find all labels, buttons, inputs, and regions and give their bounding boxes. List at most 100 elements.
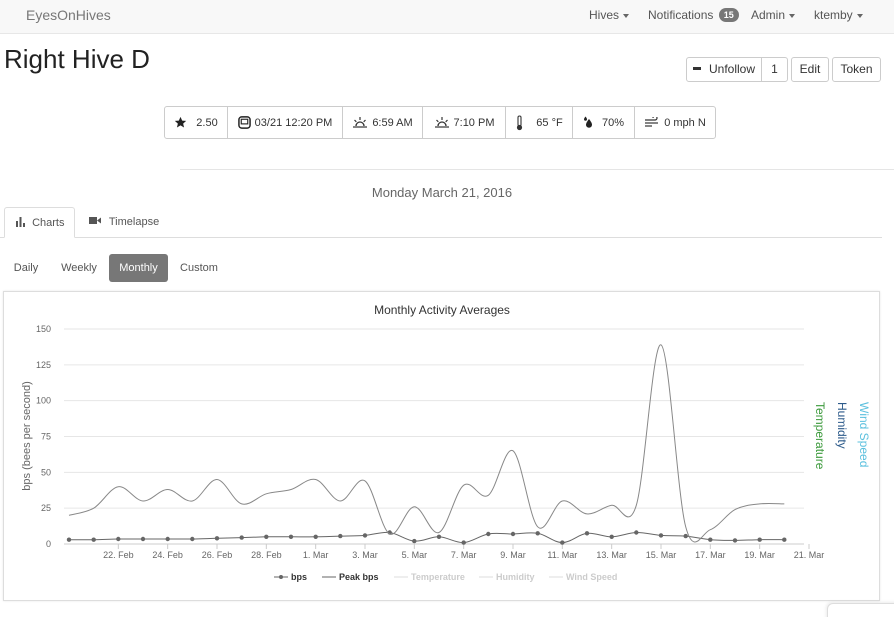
series-line-bps [68,531,785,544]
data-point[interactable] [510,531,516,537]
y-tick-label: 0 [46,539,51,549]
brand-link[interactable]: EyesOnHives [26,7,111,23]
data-point[interactable] [214,536,220,541]
data-point[interactable] [757,537,762,542]
notification-count-badge: 15 [718,8,739,22]
hive-box-icon [237,116,251,129]
x-tick-label: 3. Mar [352,550,378,560]
data-point[interactable] [461,540,466,545]
data-point[interactable] [658,533,664,538]
data-point[interactable] [313,534,318,539]
user-menu[interactable]: ktemby [814,8,863,22]
data-point[interactable] [634,530,639,535]
data-point[interactable] [338,533,343,539]
x-tick-label: 19. Mar [744,550,775,560]
thermometer-icon [517,114,523,130]
x-tick-label: 9. Mar [500,550,526,560]
notifications-link[interactable]: Notifications 15 [648,8,739,22]
x-tick-label: 11. Mar [547,550,577,560]
legend-item[interactable]: Wind Speed [549,572,617,582]
data-point[interactable] [412,538,417,544]
hives-menu[interactable]: Hives [589,8,630,22]
y-tick-label: 125 [36,360,51,370]
legend-item[interactable]: bps [274,572,307,582]
chevron-down-icon [789,13,796,18]
data-point[interactable] [560,540,565,545]
x-tick-label: 22. Feb [103,550,134,560]
follow-count: 1 [761,57,788,82]
notifications-label: Notifications [648,8,714,22]
period-custom[interactable]: Custom [172,254,226,282]
right-axis-label: Humidity [835,402,849,449]
x-tick-label: 1. Mar [303,550,329,560]
edit-button[interactable]: Edit [791,57,829,82]
droplets-icon [583,116,592,128]
x-tick-label: 17. Mar [695,550,726,560]
sunset-stat: 7:10 PM [423,107,506,138]
unfollow-button[interactable]: Unfollow [686,57,762,82]
chat-widget-tab[interactable] [827,603,894,617]
x-tick-label: 5. Mar [402,550,428,560]
data-point[interactable] [436,534,442,539]
legend-marker [279,575,283,579]
temperature-stat: 65 °F [506,107,573,138]
legend-item[interactable]: Peak bps [322,572,379,582]
data-point[interactable] [362,533,368,538]
period-monthly[interactable]: Monthly [109,254,168,282]
legend-label: Humidity [496,572,535,582]
hives-menu-label: Hives [589,8,620,22]
y-axis-label: bps (bees per second) [21,381,33,490]
data-point[interactable] [732,538,738,543]
data-point[interactable] [140,536,146,542]
sunrise-icon [353,117,368,128]
humidity-value: 70% [601,116,625,129]
tab-charts[interactable]: Charts [4,207,75,238]
sunset-icon [434,117,449,128]
tab-timelapse[interactable]: Timelapse [78,207,170,238]
y-tick-label: 100 [36,396,51,406]
data-point[interactable] [190,536,195,542]
x-tick-label: 21. Mar [794,550,825,560]
data-point[interactable] [165,536,170,542]
minus-icon [692,67,701,71]
y-tick-label: 25 [41,503,51,513]
legend-label: Temperature [411,572,465,582]
data-point[interactable] [66,537,72,542]
data-point[interactable] [486,531,491,537]
wind-stat: 0 mph N [635,107,715,138]
y-tick-label: 75 [41,432,51,442]
data-point[interactable] [116,536,121,542]
chart-container: Monthly Activity Averages bps (bees per … [3,291,880,601]
data-point[interactable] [584,531,590,536]
data-point[interactable] [288,534,294,539]
data-point[interactable] [782,537,787,542]
data-point[interactable] [91,537,96,542]
sunset-value: 7:10 PM [453,116,495,129]
tab-charts-label: Charts [32,217,65,229]
period-weekly[interactable]: Weekly [52,254,106,282]
admin-menu[interactable]: Admin [751,8,796,22]
x-tick-label: 15. Mar [646,550,677,560]
date-heading: Monday March 21, 2016 [371,185,513,200]
video-camera-icon [89,217,101,224]
data-point[interactable] [609,534,614,539]
y-tick-label: 50 [41,467,51,477]
sunrise-stat: 6:59 AM [343,107,423,138]
x-tick-label: 24. Feb [152,550,183,560]
data-point[interactable] [239,535,244,540]
tab-timelapse-label: Timelapse [108,216,160,228]
data-point[interactable] [535,531,540,536]
divider [180,169,894,170]
x-tick-label: 7. Mar [451,550,477,560]
activity-chart: Monthly Activity Averages bps (bees per … [21,303,871,582]
legend-item[interactable]: Humidity [479,572,535,582]
chart-title: Monthly Activity Averages [374,303,510,317]
token-button[interactable]: Token [832,57,881,82]
data-point[interactable] [708,537,713,542]
star-icon [175,116,187,128]
data-point[interactable] [683,533,688,539]
legend-item[interactable]: Temperature [394,572,465,582]
legend-label: Peak bps [339,572,379,582]
period-daily[interactable]: Daily [4,254,48,282]
data-point[interactable] [264,534,269,539]
